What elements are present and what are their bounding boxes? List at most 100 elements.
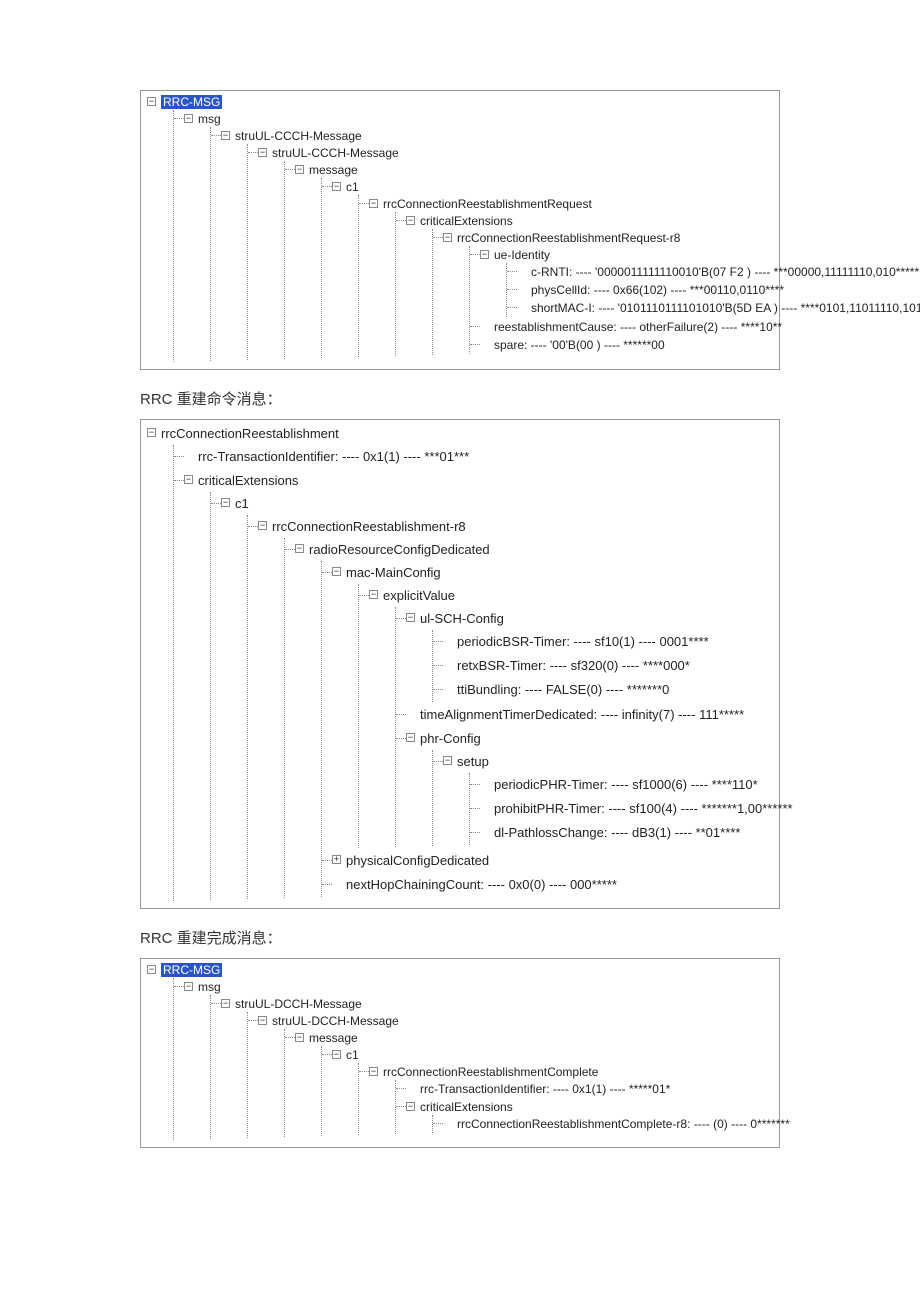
leaf[interactable]: dl-PathlossChange: ---- dB3(1) ---- **01…: [480, 821, 773, 845]
node-label: msg: [198, 980, 221, 994]
toggle-icon[interactable]: [332, 567, 341, 576]
node[interactable]: c1 rrcConnectionReestablishmentRequest c…: [332, 178, 773, 358]
node[interactable]: c1 rrcConnectionReestablishmentComplete …: [332, 1046, 773, 1136]
toggle-icon[interactable]: [406, 613, 415, 622]
node-root[interactable]: RRC-MSG msg struUL-DCCH-Message struUL-D…: [147, 961, 773, 1141]
node-label: RRC-MSG: [161, 963, 222, 977]
leaf[interactable]: rrcConnectionReestablishmentComplete-r8:…: [443, 1115, 773, 1133]
node-label: physicalConfigDedicated: [346, 853, 489, 868]
node-label: struUL-CCCH-Message: [272, 146, 399, 160]
toggle-icon[interactable]: [184, 982, 193, 991]
toggle-icon[interactable]: [147, 428, 156, 437]
node[interactable]: struUL-DCCH-Message struUL-DCCH-Message …: [221, 995, 773, 1139]
node[interactable]: criticalExtensions rrcConnectionReestabl…: [406, 1098, 773, 1134]
node[interactable]: rrcConnectionReestablishment rrc-Transac…: [147, 422, 773, 902]
toggle-icon[interactable]: [221, 498, 230, 507]
leaf-cause[interactable]: reestablishmentCause: ---- otherFailure(…: [480, 318, 773, 336]
node[interactable]: radioResourceConfigDedicated mac-MainCon…: [295, 538, 773, 898]
leaf[interactable]: periodicBSR-Timer: ---- sf10(1) ---- 000…: [443, 630, 773, 654]
leaf-transaction-id[interactable]: rrc-TransactionIdentifier: ---- 0x1(1) -…: [184, 445, 773, 469]
toggle-icon[interactable]: [258, 1016, 267, 1025]
toggle-icon[interactable]: [480, 250, 489, 259]
leaf[interactable]: nextHopChainingCount: ---- 0x0(0) ---- 0…: [332, 873, 773, 897]
caption-reestablish-complete: RRC 重建完成消息：: [140, 927, 780, 948]
node-label: ttiBundling: ---- FALSE(0) ---- *******0: [457, 682, 669, 697]
node-physical-config[interactable]: physicalConfigDedicated: [332, 849, 773, 873]
toggle-icon[interactable]: [332, 182, 341, 191]
node[interactable]: setup periodicPHR-Timer: ---- sf1000(6) …: [443, 750, 773, 846]
toggle-icon[interactable]: [406, 216, 415, 225]
toggle-icon[interactable]: [184, 475, 193, 484]
node[interactable]: struUL-CCCH-Message message c1 rrcConnec…: [258, 144, 773, 360]
node-msg[interactable]: msg struUL-CCCH-Message struUL-CCCH-Mess…: [184, 110, 773, 362]
node[interactable]: message c1 rrcConnectionReestablishmentC…: [295, 1029, 773, 1137]
node[interactable]: rrcConnectionReestablishmentComplete rrc…: [369, 1063, 773, 1135]
node-label: c1: [235, 496, 249, 511]
node[interactable]: message c1 rrcConnectionReestablishmentR…: [295, 161, 773, 359]
node-root[interactable]: RRC-MSG msg struUL-CCCH-Message struUL-C…: [147, 93, 773, 363]
toggle-icon[interactable]: [221, 999, 230, 1008]
leaf[interactable]: periodicPHR-Timer: ---- sf1000(6) ---- *…: [480, 773, 773, 797]
node[interactable]: struUL-CCCH-Message struUL-CCCH-Message …: [221, 127, 773, 361]
toggle-icon[interactable]: [184, 114, 193, 123]
toggle-icon[interactable]: [295, 544, 304, 553]
caption-reestablish-cmd: RRC 重建命令消息：: [140, 388, 780, 409]
node[interactable]: rrcConnectionReestablishmentRequest crit…: [369, 195, 773, 357]
leaf[interactable]: retxBSR-Timer: ---- sf320(0) ---- ****00…: [443, 654, 773, 678]
node[interactable]: phr-Config setup periodicPHR-Timer: ----…: [406, 727, 773, 847]
toggle-icon[interactable]: [295, 1033, 304, 1042]
node-label: rrcConnectionReestablishmentComplete: [383, 1065, 598, 1079]
node[interactable]: struUL-DCCH-Message message c1 rrcConnec…: [258, 1012, 773, 1138]
toggle-icon[interactable]: [332, 1050, 341, 1059]
node-label: prohibitPHR-Timer: ---- sf100(4) ---- **…: [494, 801, 793, 816]
leaf[interactable]: rrc-TransactionIdentifier: ---- 0x1(1) -…: [406, 1080, 773, 1098]
tree-1: RRC-MSG msg struUL-CCCH-Message struUL-C…: [147, 93, 773, 363]
toggle-icon[interactable]: [406, 1102, 415, 1111]
node-label: message: [309, 163, 358, 177]
node-label: explicitValue: [383, 588, 455, 603]
node-label: rrcConnectionReestablishmentComplete-r8:…: [457, 1117, 790, 1131]
toggle-icon[interactable]: [332, 855, 341, 864]
node[interactable]: ue-Identity c-RNTI: ---- '00000111111100…: [480, 246, 773, 318]
toggle-icon[interactable]: [147, 97, 156, 106]
node-label: struUL-DCCH-Message: [235, 997, 362, 1011]
node-label: periodicBSR-Timer: ---- sf10(1) ---- 000…: [457, 634, 709, 649]
toggle-icon[interactable]: [221, 131, 230, 140]
tree-panel-1: RRC-MSG msg struUL-CCCH-Message struUL-C…: [140, 90, 780, 370]
node-label: c1: [346, 1048, 359, 1062]
toggle-icon[interactable]: [369, 590, 378, 599]
toggle-icon[interactable]: [295, 165, 304, 174]
node-label: ul-SCH-Config: [420, 611, 504, 626]
node-label: criticalExtensions: [420, 1100, 513, 1114]
toggle-icon[interactable]: [369, 1067, 378, 1076]
node-label: rrc-TransactionIdentifier: ---- 0x1(1) -…: [198, 449, 469, 464]
leaf[interactable]: prohibitPHR-Timer: ---- sf100(4) ---- **…: [480, 797, 773, 821]
node[interactable]: criticalExtensions rrcConnectionReestabl…: [406, 212, 773, 356]
node-label: setup: [457, 754, 489, 769]
node[interactable]: mac-MainConfig explicitValue ul-SCH-Conf…: [332, 561, 773, 849]
node[interactable]: criticalExtensions c1 rrcConnectionReest…: [184, 469, 773, 901]
leaf-spare[interactable]: spare: ---- '00'B(00 ) ---- ******00: [480, 336, 773, 354]
leaf-c-rnti[interactable]: c-RNTI: ---- '0000011111110010'B(07 F2 )…: [517, 263, 773, 281]
node[interactable]: explicitValue ul-SCH-Config periodicBSR-…: [369, 584, 773, 848]
node-label: msg: [198, 112, 221, 126]
toggle-icon[interactable]: [147, 965, 156, 974]
leaf-physcellid[interactable]: physCellId: ---- 0x66(102) ---- ***00110…: [517, 281, 773, 299]
leaf[interactable]: timeAlignmentTimerDedicated: ---- infini…: [406, 703, 773, 727]
node-label: physCellId: ---- 0x66(102) ---- ***00110…: [531, 283, 784, 297]
node[interactable]: msg struUL-DCCH-Message struUL-DCCH-Mess…: [184, 978, 773, 1140]
toggle-icon[interactable]: [369, 199, 378, 208]
toggle-icon[interactable]: [443, 233, 452, 242]
node[interactable]: rrcConnectionReestablishmentRequest-r8 u…: [443, 229, 773, 355]
toggle-icon[interactable]: [258, 148, 267, 157]
toggle-icon[interactable]: [406, 733, 415, 742]
toggle-icon[interactable]: [258, 521, 267, 530]
node[interactable]: c1 rrcConnectionReestablishment-r8 radio…: [221, 492, 773, 900]
leaf[interactable]: ttiBundling: ---- FALSE(0) ---- *******0: [443, 678, 773, 702]
node-label: phr-Config: [420, 731, 481, 746]
node-label: c-RNTI: ---- '0000011111110010'B(07 F2 )…: [531, 265, 919, 279]
node[interactable]: rrcConnectionReestablishment-r8 radioRes…: [258, 515, 773, 899]
node[interactable]: ul-SCH-Config periodicBSR-Timer: ---- sf…: [406, 607, 773, 703]
toggle-icon[interactable]: [443, 756, 452, 765]
leaf-shortmac[interactable]: shortMAC-I: ---- '0101110111101010'B(5D …: [517, 299, 773, 317]
